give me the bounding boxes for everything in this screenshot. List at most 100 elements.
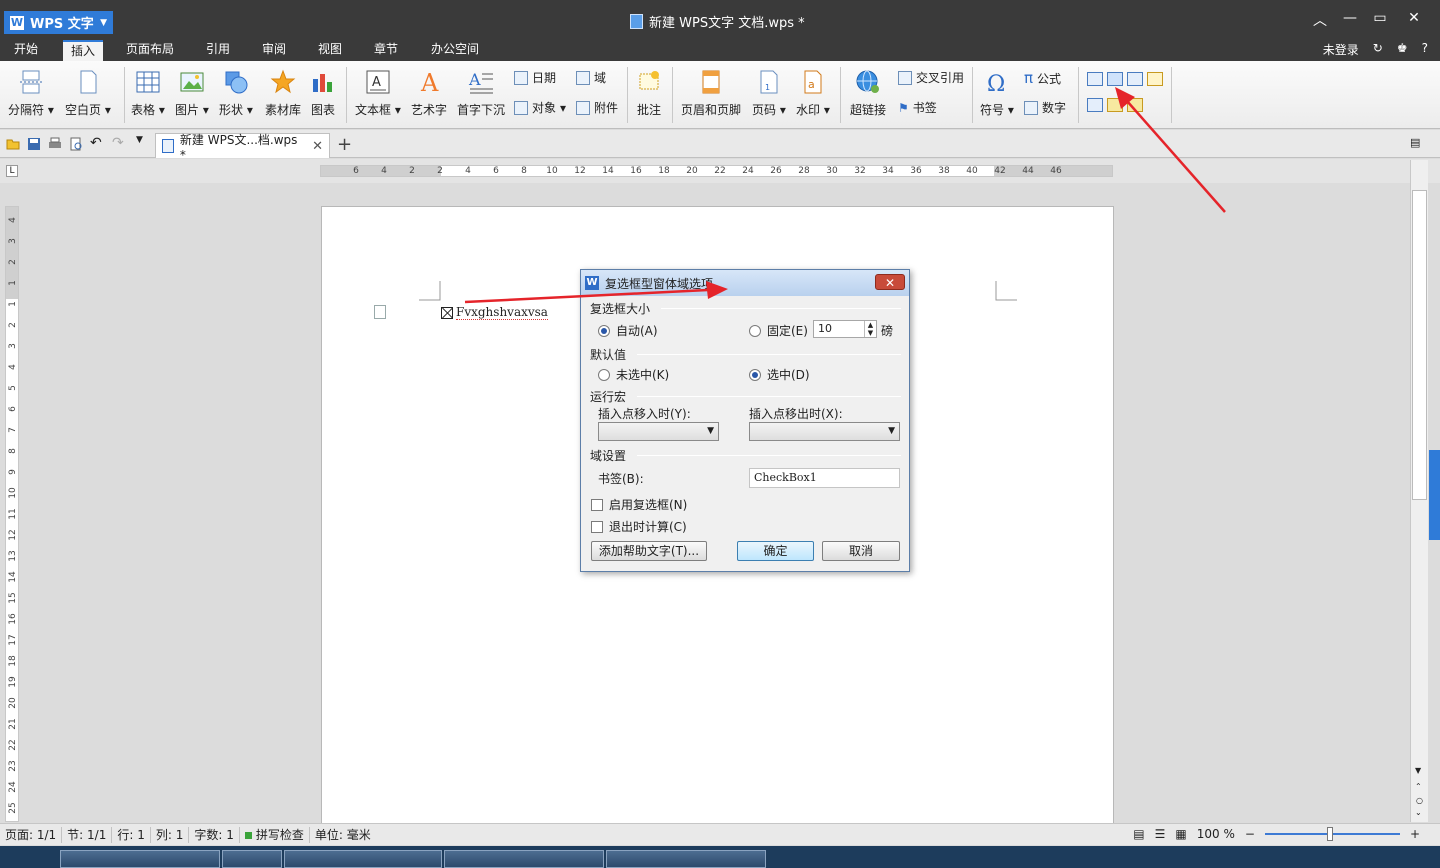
blank-page-button[interactable]: 空白页 ▾ [65,61,111,118]
calc-on-exit-option[interactable]: 退出时计算(C) [591,518,687,535]
spell-check-toggle[interactable]: 拼写检查 [240,826,310,843]
entry-macro-select[interactable]: ▼ [598,422,719,441]
quick-access-dropdown-icon[interactable]: ▼ [136,135,150,149]
spinner-arrows-icon[interactable]: ▲ ▼ [864,321,876,337]
tab-insert[interactable]: 插入 [63,40,104,61]
dropdown-form-field-icon[interactable] [1127,72,1143,86]
taskbar-item[interactable] [60,850,220,868]
outline-view-icon[interactable]: ☰ [1155,827,1166,841]
close-icon[interactable]: ✕ [1399,10,1429,26]
cross-reference-button[interactable]: 交叉引用 [898,69,964,86]
header-footer-button[interactable]: 页眉和页脚 [681,61,741,118]
chevron-up-icon[interactable]: ︿ [1305,10,1335,30]
skin-icon[interactable]: ♚ [1397,41,1408,58]
page-break-button[interactable]: 分隔符 ▾ [8,61,54,118]
eraser-icon[interactable] [1107,98,1123,112]
tab-page-layout[interactable]: 页面布局 [118,40,182,61]
taskbar-item[interactable] [222,850,282,868]
picture-button[interactable]: 图片 ▾ [175,61,209,118]
document-tab[interactable]: 新建 WPS文...档.wps * ✕ [155,133,330,162]
hyperlink-button[interactable]: 超链接 [850,61,886,118]
status-word-count[interactable]: 字数: 1 [189,826,240,843]
checked-checkbox-field[interactable] [441,306,453,319]
undo-icon[interactable]: ↶ [90,135,104,151]
checkbox-form-field-icon[interactable] [1107,72,1123,86]
tab-start[interactable]: 开始 [6,40,46,61]
table-button[interactable]: 表格 ▾ [131,61,165,118]
ribbon-collapse-icon[interactable]: ▤ [1410,136,1424,150]
ok-button[interactable]: 确定 [737,541,814,561]
textbox-button[interactable]: A 文本框 ▾ [355,61,401,118]
size-fixed-radio[interactable]: 固定(E) [749,322,808,339]
open-folder-icon[interactable] [6,137,20,151]
select-browse-object-icon[interactable]: ○ [1416,796,1423,805]
side-panel-handle[interactable] [1429,450,1440,540]
status-unit[interactable]: 单位: 毫米 [310,827,376,843]
tab-stop-selector[interactable]: L [6,165,18,177]
form-field-options-icon[interactable] [1147,72,1163,86]
taskbar-item[interactable] [444,850,604,868]
taskbar-item[interactable] [284,850,442,868]
maximize-icon[interactable]: ▭ [1365,10,1395,26]
checkbox[interactable] [591,498,603,511]
vertical-scrollbar[interactable]: ▼ ⌃ ○ ⌄ [1410,160,1428,822]
watermark-button[interactable]: a 水印 ▾ [796,61,830,118]
shapes-button[interactable]: 形状 ▾ [219,61,253,118]
tab-office-space[interactable]: 办公空间 [423,40,487,61]
page-number-button[interactable]: 1 页码 ▾ [752,61,786,118]
paragraph-layout-icon[interactable] [374,305,386,319]
page-view-icon[interactable]: ▤ [1133,827,1144,841]
app-menu-button[interactable]: W WPS 文字 ▼ [4,11,113,34]
zoom-slider[interactable] [1264,827,1400,841]
zoom-level[interactable]: 100 % [1197,827,1235,841]
login-link[interactable]: 未登录 [1323,41,1359,58]
print-icon[interactable] [48,137,62,151]
enable-checkbox-option[interactable]: 启用复选框(N) [591,496,687,513]
vertical-ruler[interactable]: 4 3 2 1 1 2 3 4 5 6 7 8 9 10 11 12 13 14 15 16 17 18 19 20 21 22 2… [5,206,19,822]
default-unchecked-radio[interactable]: 未选中(K) [598,366,669,383]
print-preview-icon[interactable] [69,137,83,151]
comment-button[interactable]: 批注 [636,61,662,118]
attachment-button[interactable]: 附件 [576,99,618,116]
zoom-slider-knob[interactable] [1326,827,1333,841]
wordart-button[interactable]: A 艺术字 [411,61,447,118]
web-view-icon[interactable]: ▦ [1175,827,1186,841]
dropcap-button[interactable]: A 首字下沉 [457,61,505,118]
text-form-field-icon[interactable] [1087,72,1103,86]
tab-chapter[interactable]: 章节 [366,40,406,61]
tab-review[interactable]: 审阅 [254,40,294,61]
bookmark-input[interactable]: CheckBox1 [749,468,900,488]
chart-button[interactable]: 图表 [310,61,336,118]
checkbox-field-line[interactable]: Fvxghshvaxvsa [441,305,548,320]
form-field-shading-icon[interactable] [1087,98,1103,112]
fixed-size-spinner[interactable]: 10 ▲ ▼ [813,320,877,338]
zoom-out-icon[interactable]: − [1245,827,1255,841]
object-button[interactable]: 对象 ▾ [514,99,566,116]
bookmark-button[interactable]: ⚑ 书签 [898,99,937,116]
minimize-icon[interactable]: — [1335,10,1365,26]
close-tab-icon[interactable]: ✕ [312,139,323,154]
redo-icon[interactable]: ↷ [112,135,126,151]
previous-page-icon[interactable]: ⌃ [1415,782,1422,791]
dialog-title-bar[interactable]: W 复选框型窗体域选项 [581,270,909,296]
refresh-icon[interactable]: ↻ [1373,41,1383,58]
scroll-down-icon[interactable]: ▼ [1415,766,1421,775]
material-library-button[interactable]: 素材库 [265,61,301,118]
checkbox[interactable] [591,520,603,533]
taskbar-item[interactable] [606,850,766,868]
tab-view[interactable]: 视图 [310,40,350,61]
status-page[interactable]: 页面: 1/1 [0,826,63,843]
add-help-text-button[interactable]: 添加帮助文字(T)... [591,541,707,561]
horizontal-ruler[interactable]: 6 4 2 2 4 6 8 10 12 14 16 18 20 22 24 26 28 30 32 34 36 38 40 4… [320,165,1113,177]
formula-button[interactable]: π 公式 [1024,69,1061,87]
exit-macro-select[interactable]: ▼ [749,422,900,441]
protect-form-icon[interactable] [1127,98,1143,112]
cancel-button[interactable]: 取消 [822,541,900,561]
new-tab-icon[interactable]: + [337,134,352,155]
help-button[interactable]: ? [1422,41,1428,58]
dialog-close-button[interactable]: ✕ [875,274,905,290]
tab-references[interactable]: 引用 [198,40,238,61]
field-button[interactable]: 域 [576,69,606,86]
default-checked-radio[interactable]: 选中(D) [749,366,810,383]
scrollbar-thumb[interactable] [1412,190,1427,500]
